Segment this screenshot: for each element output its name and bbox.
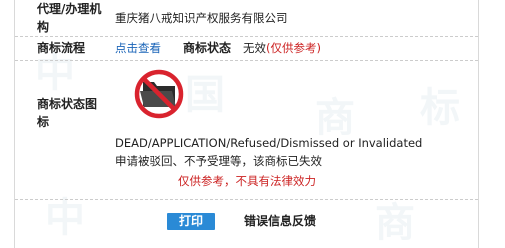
- print-button[interactable]: 打印: [167, 213, 215, 230]
- status-value-group: 无效(仅供参考): [243, 39, 321, 57]
- status-label: 商标状态: [183, 41, 232, 55]
- trademark-detail-panel: 中 国 商 标 中 商 代理/办理机 构 重庆猪八戒知识产权服务有限公司 商标流…: [14, 0, 479, 248]
- status-description-en: DEAD/APPLICATION/Refused/Dismissed or In…: [115, 136, 423, 150]
- error-feedback-button[interactable]: 错误信息反馈: [230, 213, 330, 230]
- process-row: 商标流程 点击查看 商标状态 无效(仅供参考): [15, 37, 478, 61]
- legal-disclaimer: 仅供参考，不具有法律效力: [178, 174, 316, 188]
- status-value: 无效: [243, 41, 266, 55]
- status-description-cn: 申请被驳回、不予受理等，该商标已失效: [115, 154, 322, 168]
- agent-row: 代理/办理机 构 重庆猪八戒知识产权服务有限公司: [15, 0, 478, 37]
- agent-label: 代理/办理机 构: [37, 2, 102, 34]
- agent-value: 重庆猪八戒知识产权服务有限公司: [115, 11, 288, 25]
- process-view-link[interactable]: 点击查看: [115, 39, 161, 57]
- status-icon-label: 商标状态图 标: [37, 97, 98, 129]
- status-note: (仅供参考): [266, 41, 321, 55]
- process-label: 商标流程: [37, 41, 86, 55]
- prohibited-folder-icon: [130, 68, 188, 120]
